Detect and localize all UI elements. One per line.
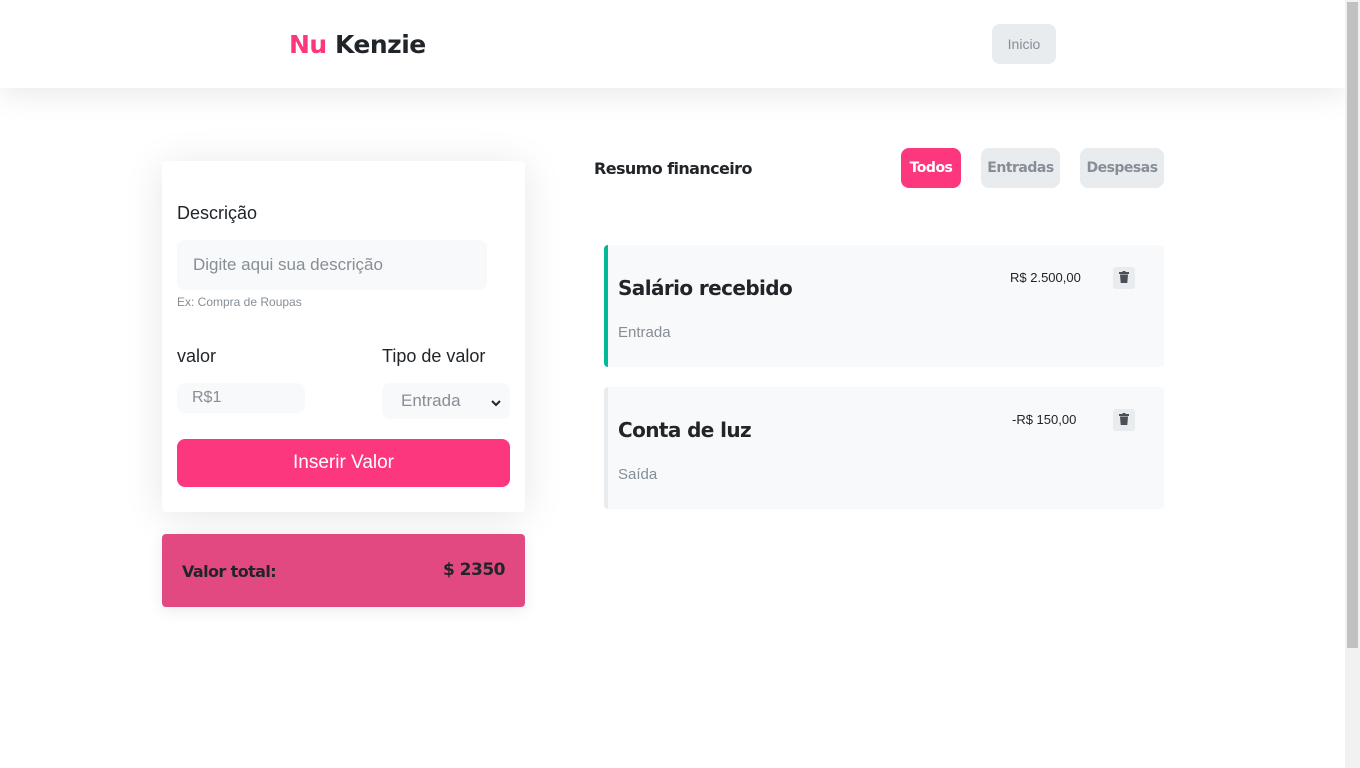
filter-income-button[interactable]: Entradas — [981, 148, 1060, 188]
income-accent-bar — [604, 245, 608, 367]
transaction-card: Conta de luz Saída -R$ 150,00 — [604, 387, 1164, 509]
scrollbar-thumb[interactable] — [1347, 2, 1358, 648]
total-card: Valor total: $ 2350 — [162, 534, 525, 607]
value-label: valor — [177, 346, 217, 366]
total-label: Valor total: — [182, 562, 277, 581]
home-button[interactable]: Inicio — [992, 24, 1056, 64]
value-type-selected: Entrada — [401, 391, 461, 410]
filter-all-button[interactable]: Todos — [901, 148, 961, 188]
expense-accent-bar — [604, 387, 608, 509]
summary-title: Resumo financeiro — [594, 159, 752, 178]
transaction-amount: -R$ 150,00 — [1012, 412, 1077, 427]
page-scrollbar[interactable] — [1345, 0, 1360, 768]
description-input[interactable] — [177, 240, 487, 290]
total-value: $ 2350 — [442, 560, 506, 580]
value-type-select[interactable]: Entrada — [382, 383, 510, 419]
value-input[interactable] — [177, 383, 305, 413]
trash-icon — [1119, 412, 1129, 428]
logo-nu: Nu — [289, 30, 327, 59]
filter-expenses-button[interactable]: Despesas — [1080, 148, 1164, 188]
insert-value-button[interactable]: Inserir Valor — [177, 439, 510, 487]
logo-kenzie: Kenzie — [334, 30, 426, 59]
description-label: Descrição — [177, 203, 258, 223]
transaction-title: Conta de luz — [618, 418, 752, 442]
delete-button[interactable] — [1113, 267, 1135, 289]
transaction-type: Entrada — [618, 324, 671, 341]
transaction-title: Salário recebido — [618, 276, 793, 300]
logo: Nu Kenzie — [289, 30, 426, 59]
trash-icon — [1119, 270, 1129, 286]
entry-form: Descrição Ex: Compra de Roupas valor Tip… — [162, 161, 525, 512]
transaction-amount: R$ 2.500,00 — [1010, 270, 1081, 285]
type-label: Tipo de valor — [382, 346, 486, 366]
chevron-down-icon — [490, 394, 502, 414]
transaction-type: Saída — [618, 466, 658, 483]
top-header: Nu Kenzie Inicio — [0, 0, 1345, 88]
description-hint: Ex: Compra de Roupas — [177, 295, 302, 309]
transaction-card: Salário recebido Entrada R$ 2.500,00 — [604, 245, 1164, 367]
delete-button[interactable] — [1113, 409, 1135, 431]
